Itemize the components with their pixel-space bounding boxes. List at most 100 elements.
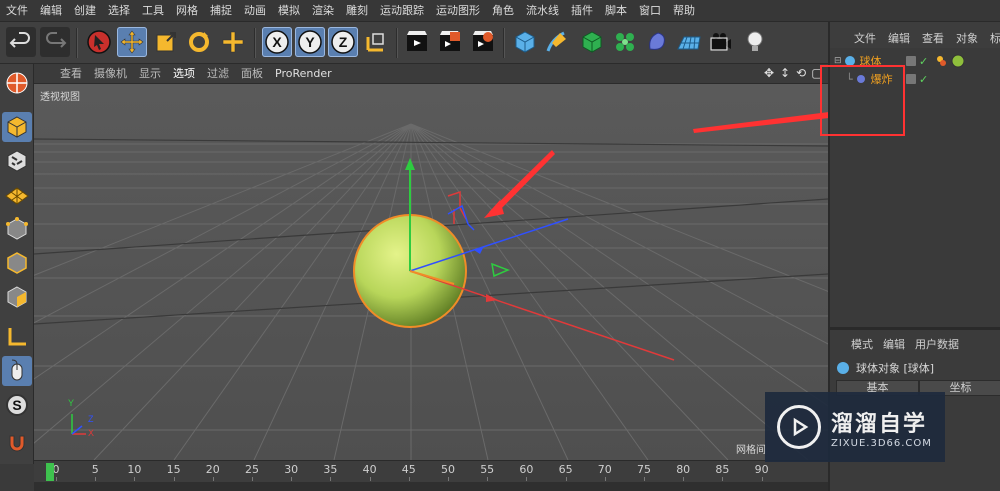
magnet-icon[interactable] — [2, 428, 32, 458]
render-settings-icon[interactable] — [468, 27, 498, 57]
edges-mode-icon[interactable] — [2, 248, 32, 278]
menu-script[interactable]: 脚本 — [599, 0, 633, 22]
menu-sculpt[interactable]: 雕刻 — [340, 0, 374, 22]
perspective-viewport[interactable]: Y Z X 透视视图 网格间 — [34, 84, 828, 460]
am-menu-edit[interactable]: 编辑 — [878, 336, 910, 352]
om-menu-edit[interactable]: 编辑 — [882, 30, 916, 46]
viewport-zoom-icon[interactable]: ↕ — [778, 65, 792, 81]
render-view-icon[interactable] — [402, 27, 432, 57]
cloner-icon[interactable] — [610, 27, 640, 57]
workplane-icon[interactable] — [2, 180, 32, 210]
om-menu-file[interactable]: 文件 — [848, 30, 882, 46]
menu-pipeline[interactable]: 流水线 — [520, 0, 565, 22]
axis-mode-icon[interactable] — [2, 322, 32, 352]
menu-snap[interactable]: 捕捉 — [204, 0, 238, 22]
viewport-pan-icon[interactable]: ✥ — [762, 65, 776, 81]
menu-motion-tracking[interactable]: 运动跟踪 — [374, 0, 430, 22]
menu-help[interactable]: 帮助 — [667, 0, 701, 22]
tag-icons[interactable] — [934, 54, 964, 68]
axis-x-icon[interactable]: X — [262, 27, 292, 57]
move-plus-icon[interactable] — [218, 27, 248, 57]
svg-text:Z: Z — [339, 34, 348, 50]
menu-mograph[interactable]: 运动图形 — [430, 0, 486, 22]
undo-icon[interactable] — [6, 27, 36, 57]
render-to-picture-viewer-icon[interactable] — [435, 27, 465, 57]
select-arrow-icon[interactable] — [84, 27, 114, 57]
menu-simulate[interactable]: 模拟 — [272, 0, 306, 22]
pen-spline-icon[interactable] — [542, 27, 572, 57]
visibility-toggle[interactable] — [906, 56, 916, 66]
watermark-play-icon — [777, 405, 821, 449]
viewport-menu-view[interactable]: 查看 — [54, 64, 88, 84]
attribute-manager-menu: 模式 编辑 用户数据 — [836, 336, 964, 352]
timeline-tick-mark — [761, 477, 763, 481]
snap-icon[interactable]: S — [2, 390, 32, 420]
redo-icon[interactable] — [40, 27, 70, 57]
cube-object-icon[interactable] — [510, 27, 540, 57]
menu-animate[interactable]: 动画 — [238, 0, 272, 22]
menu-tools[interactable]: 工具 — [136, 0, 170, 22]
timeline-tick-mark — [134, 477, 136, 481]
menu-edit[interactable]: 编辑 — [34, 0, 68, 22]
menu-mesh[interactable]: 网格 — [170, 0, 204, 22]
am-menu-mode[interactable]: 模式 — [846, 336, 878, 352]
deformer-icon[interactable] — [642, 27, 672, 57]
watermark-text: 溜溜自学 ZIXUE.3D66.COM — [831, 406, 932, 449]
am-menu-userdata[interactable]: 用户数据 — [910, 336, 964, 352]
subdivision-icon[interactable] — [577, 27, 607, 57]
viewport-menu-prorender[interactable]: ProRender — [269, 64, 338, 84]
camera-icon[interactable] — [706, 27, 736, 57]
timeline-tick-label: 40 — [362, 463, 377, 476]
toolbar-divider — [503, 28, 505, 58]
light-icon[interactable] — [740, 27, 770, 57]
timeline-track[interactable] — [34, 482, 828, 491]
axis-y-icon[interactable]: Y — [295, 27, 325, 57]
visibility-toggle[interactable] — [906, 74, 916, 84]
timeline-tick-mark — [252, 477, 253, 481]
points-mode-icon[interactable] — [2, 214, 32, 244]
timeline-tick-mark — [683, 477, 685, 481]
menu-select[interactable]: 选择 — [102, 0, 136, 22]
polygons-mode-icon[interactable] — [2, 282, 32, 312]
mouse-tool-icon[interactable] — [2, 356, 32, 386]
menu-render[interactable]: 渲染 — [306, 0, 340, 22]
om-menu-objects[interactable]: 对象 — [950, 30, 984, 46]
om-menu-view[interactable]: 查看 — [916, 30, 950, 46]
timeline-tick-label: 60 — [519, 463, 534, 476]
menu-character[interactable]: 角色 — [486, 0, 520, 22]
make-editable-icon[interactable] — [2, 68, 32, 98]
scale-icon[interactable] — [151, 27, 181, 57]
timeline[interactable]: 0 5 10 15 20 25 30 35 40 45 50 55 60 65 70 75 80 85 90 — [34, 460, 828, 491]
timeline-tick-label: 20 — [205, 463, 220, 476]
timeline-tick-mark — [291, 477, 293, 481]
enable-checkmark-icon[interactable]: ✓ — [919, 73, 928, 86]
timeline-tick-label: 45 — [401, 463, 416, 476]
menu-create[interactable]: 创建 — [68, 0, 102, 22]
om-menu-tags[interactable]: 标签 — [984, 30, 1000, 46]
menu-file[interactable]: 文件 — [0, 0, 34, 22]
viewport-menu-cameras[interactable]: 摄像机 — [88, 64, 133, 84]
texture-mode-icon[interactable] — [2, 146, 32, 176]
axis-z-icon[interactable]: Z — [328, 27, 358, 57]
viewport-menu-display[interactable]: 显示 — [133, 64, 167, 84]
viewport-rotate-icon[interactable]: ⟲ — [794, 65, 808, 81]
model-mode-icon[interactable] — [2, 112, 32, 142]
floor-icon[interactable] — [674, 27, 704, 57]
timeline-ruler[interactable]: 0 5 10 15 20 25 30 35 40 45 50 55 60 65 70 75 80 85 90 — [46, 461, 816, 481]
enable-checkmark-icon[interactable]: ✓ — [919, 55, 928, 68]
timeline-tick-mark — [487, 477, 489, 481]
rotate-icon[interactable] — [184, 27, 214, 57]
coordinate-system-icon[interactable] — [361, 27, 391, 57]
menu-plugins[interactable]: 插件 — [565, 0, 599, 22]
move-icon[interactable] — [117, 27, 147, 57]
viewport-menu-panel[interactable]: 面板 — [235, 64, 269, 84]
viewport-menu-options[interactable]: 选项 — [167, 64, 201, 84]
timeline-tick-mark — [330, 477, 332, 481]
svg-text:Y: Y — [68, 398, 74, 408]
svg-text:Y: Y — [305, 34, 315, 50]
timeline-tick-label: 80 — [676, 463, 691, 476]
timeline-playhead[interactable] — [46, 463, 54, 481]
timeline-tick-mark — [722, 477, 724, 481]
menu-window[interactable]: 窗口 — [633, 0, 667, 22]
viewport-menu-filter[interactable]: 过滤 — [201, 64, 235, 84]
